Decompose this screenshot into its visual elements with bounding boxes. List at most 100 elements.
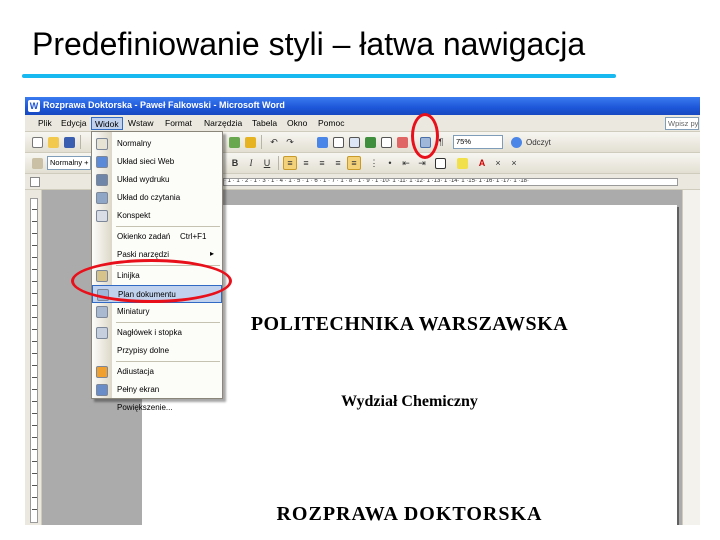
help-search-input[interactable]: Wpisz pyt	[665, 117, 699, 130]
excel-icon[interactable]	[363, 135, 377, 149]
zoom-combo[interactable]: 75%	[453, 135, 503, 149]
menu-separator	[116, 226, 220, 227]
document-thesis-title: ROZPRAWA DOKTORSKA	[276, 503, 543, 525]
vertical-ruler[interactable]	[25, 190, 42, 525]
menu-okno[interactable]: Okno	[284, 117, 310, 130]
submenu-arrow-icon: ▸	[210, 249, 215, 258]
vertical-ruler-tick	[32, 461, 37, 462]
insert-table-icon[interactable]	[347, 135, 361, 149]
view-menu-item[interactable]: Normalny	[92, 135, 222, 153]
outline-icon	[96, 210, 108, 222]
menu-wstaw[interactable]: Wstaw	[125, 117, 157, 130]
vertical-ruler-tick	[32, 209, 37, 210]
redo-icon[interactable]: ↷	[283, 135, 297, 149]
vertical-ruler-tick	[32, 437, 37, 438]
font-color-icon[interactable]: A	[475, 156, 489, 170]
read-button[interactable]: Odczyt	[526, 135, 582, 149]
menu-pomoc[interactable]: Pomoc	[315, 117, 347, 130]
view-menu-item[interactable]: Układ sieci Web	[92, 153, 222, 171]
justify-icon[interactable]: ≡	[331, 156, 345, 170]
vertical-ruler-tick	[32, 269, 37, 270]
print-layout-icon	[96, 174, 108, 186]
slide-title: Predefiniowanie styli – łatwa nawigacja	[32, 26, 586, 62]
view-menu-item[interactable]: Przypisy dolne	[92, 342, 222, 360]
line-spacing-icon[interactable]: ≡	[347, 156, 361, 170]
menu-separator	[116, 322, 220, 323]
tables-icon[interactable]	[331, 135, 345, 149]
vertical-scrollbar[interactable]	[682, 190, 700, 525]
bold-button[interactable]: B	[228, 156, 242, 170]
vertical-ruler-tick	[32, 425, 37, 426]
vertical-ruler-tick	[32, 281, 37, 282]
view-menu-item-label: Układ sieci Web	[117, 157, 175, 166]
align-center-icon[interactable]: ≡	[299, 156, 313, 170]
view-menu-item[interactable]: Miniatury	[92, 303, 222, 321]
view-menu-item-label: Powiększenie...	[117, 403, 173, 412]
vertical-ruler-tick	[32, 389, 37, 390]
view-menu-item-label: Miniatury	[117, 307, 150, 316]
vertical-ruler-tick	[32, 401, 37, 402]
toolbar-separator	[261, 135, 262, 149]
shrink-font-icon[interactable]: ×	[491, 156, 505, 170]
vertical-ruler-tick	[32, 509, 37, 510]
vertical-ruler-tick	[32, 341, 37, 342]
view-menu-item-label: Układ do czytania	[117, 193, 181, 202]
grow-font-icon[interactable]: ×	[507, 156, 521, 170]
reading-layout-icon	[96, 192, 108, 204]
format-painter-icon[interactable]	[243, 135, 257, 149]
vertical-ruler-tick	[32, 449, 37, 450]
ruler-strip: · 1 · 1 · 2 · 1 · 3 · 1 · 4 · 1 · 5 · 1 …	[223, 178, 678, 186]
underline-button[interactable]: U	[260, 156, 274, 170]
bullets-icon[interactable]: •	[383, 156, 397, 170]
view-menu-item[interactable]: Konspekt	[92, 207, 222, 225]
style-combo[interactable]: Normalny +	[47, 156, 91, 170]
numbering-icon[interactable]: ⋮	[367, 156, 381, 170]
decrease-indent-icon[interactable]: ⇤	[399, 156, 413, 170]
view-menu-item[interactable]: Adiustacja	[92, 363, 222, 381]
view-menu-item-label: Paski narzędzi	[117, 250, 170, 259]
view-menu-item[interactable]: Okienko zadań Ctrl+F1	[92, 228, 222, 246]
view-menu-item-label: Przypisy dolne	[117, 346, 170, 355]
border-icon[interactable]	[433, 156, 447, 170]
highlight-icon[interactable]	[455, 156, 469, 170]
save-icon[interactable]	[62, 135, 76, 149]
undo-icon[interactable]: ↶	[267, 135, 281, 149]
menu-widok[interactable]: Widok	[91, 117, 123, 130]
view-menu-item[interactable]: Układ do czytania	[92, 189, 222, 207]
new-document-icon[interactable]	[30, 135, 44, 149]
vertical-ruler-tick	[32, 473, 37, 474]
view-menu-item-label: Adiustacja	[117, 367, 154, 376]
menu-plik[interactable]: Plik	[35, 117, 55, 130]
tab-selector-icon[interactable]	[30, 177, 40, 187]
vertical-ruler-tick	[32, 233, 37, 234]
align-right-icon[interactable]: ≡	[315, 156, 329, 170]
menu-tabela[interactable]: Tabela	[249, 117, 280, 130]
columns-icon[interactable]	[379, 135, 393, 149]
view-menu-item[interactable]: Układ wydruku	[92, 171, 222, 189]
italic-button[interactable]: I	[244, 156, 258, 170]
view-menu-item[interactable]: Pełny ekran	[92, 381, 222, 399]
vertical-ruler-tick	[32, 413, 37, 414]
vertical-ruler-tick	[32, 485, 37, 486]
vertical-ruler-tick	[32, 245, 37, 246]
vertical-ruler-tick	[32, 221, 37, 222]
drawing-icon[interactable]	[395, 135, 409, 149]
view-menu-item-label: Konspekt	[117, 211, 151, 220]
view-menu-item-label: Nagłówek i stopka	[117, 328, 182, 337]
menu-edycja[interactable]: Edycja	[58, 117, 90, 130]
align-left-icon[interactable]: ≡	[283, 156, 297, 170]
vertical-ruler-tick	[32, 365, 37, 366]
menu-format[interactable]: Format	[162, 117, 195, 130]
hyperlink-icon[interactable]	[315, 135, 329, 149]
spelling-icon[interactable]	[227, 135, 241, 149]
window-titlebar: W Rozprawa Doktorska - Paweł Falkowski -…	[25, 97, 700, 115]
open-folder-icon[interactable]	[46, 135, 60, 149]
view-menu-item[interactable]: Nagłówek i stopka	[92, 324, 222, 342]
styles-pane-icon[interactable]	[30, 156, 44, 170]
menu-separator	[116, 361, 220, 362]
view-menu-item[interactable]: Powiększenie...	[92, 399, 222, 417]
normal-view-icon	[96, 138, 108, 150]
menu-narzedzia[interactable]: Narzędzia	[201, 117, 245, 130]
help-icon[interactable]	[509, 135, 523, 149]
toolbar-separator	[278, 156, 279, 170]
